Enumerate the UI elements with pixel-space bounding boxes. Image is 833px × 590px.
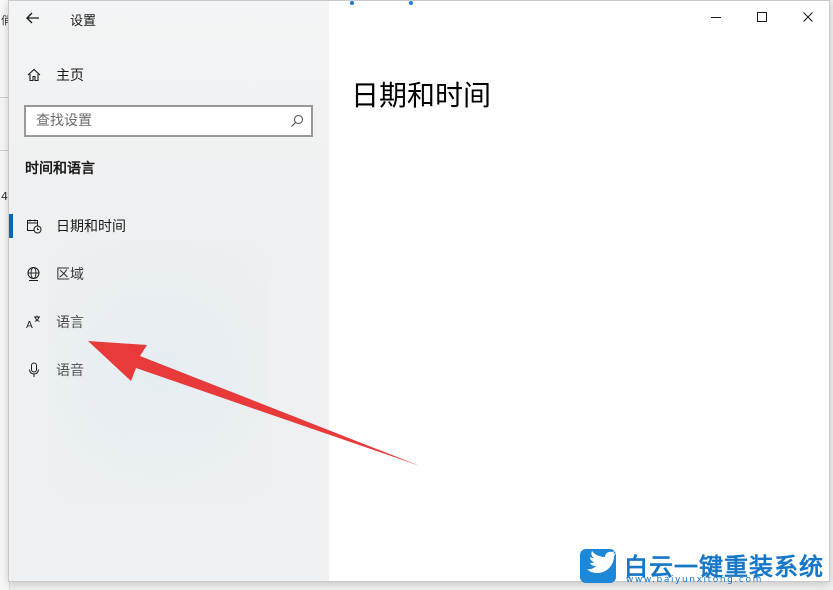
loading-dot — [409, 1, 413, 5]
nav-item-speech[interactable]: 语音 — [9, 350, 329, 390]
nav-item-region[interactable]: 区域 — [9, 254, 329, 294]
nav-item-label: 语言 — [56, 315, 84, 331]
sidebar: 设置 主页 时间和语言 — [9, 1, 329, 581]
bird-logo-icon — [580, 549, 616, 583]
app-title: 设置 — [70, 14, 97, 29]
settings-window: 设置 主页 时间和语言 — [8, 0, 830, 582]
selected-indicator — [9, 214, 13, 238]
back-arrow-icon — [26, 12, 39, 24]
nav-item-language[interactable]: A 语言 — [9, 302, 329, 342]
back-button[interactable] — [19, 7, 47, 29]
microphone-icon — [25, 361, 43, 379]
maximize-button[interactable] — [739, 1, 785, 33]
home-icon — [25, 66, 43, 84]
language-icon: A — [25, 313, 43, 331]
title-bar: 设置 — [9, 1, 329, 35]
minimize-button[interactable] — [693, 1, 739, 33]
nav-home[interactable]: 主页 — [9, 59, 329, 91]
content-pane: 日期和时间 — [329, 1, 829, 581]
loading-dot — [350, 1, 354, 5]
globe-region-icon — [25, 265, 43, 283]
nav-item-label: 日期和时间 — [56, 219, 126, 235]
calendar-clock-icon — [25, 217, 43, 235]
background-glyph: 4 — [1, 190, 8, 203]
watermark-url: www.baiyunxitong.com — [626, 575, 763, 585]
page-title: 日期和时间 — [351, 78, 492, 112]
nav-item-label: 语音 — [56, 363, 84, 379]
maximize-icon — [757, 12, 767, 22]
minimize-icon — [711, 17, 721, 18]
close-button[interactable] — [785, 1, 829, 33]
search-input[interactable] — [26, 107, 281, 135]
search-icon[interactable] — [290, 114, 304, 128]
svg-text:A: A — [26, 320, 33, 330]
close-icon — [803, 12, 813, 22]
nav-item-label: 区域 — [56, 267, 84, 283]
nav-item-date-time[interactable]: 日期和时间 — [9, 206, 329, 246]
section-title: 时间和语言 — [25, 161, 95, 177]
home-label: 主页 — [56, 68, 84, 84]
search-box — [24, 105, 313, 137]
watermark: 白云一键重装系统 www.baiyunxitong.com — [578, 547, 830, 587]
